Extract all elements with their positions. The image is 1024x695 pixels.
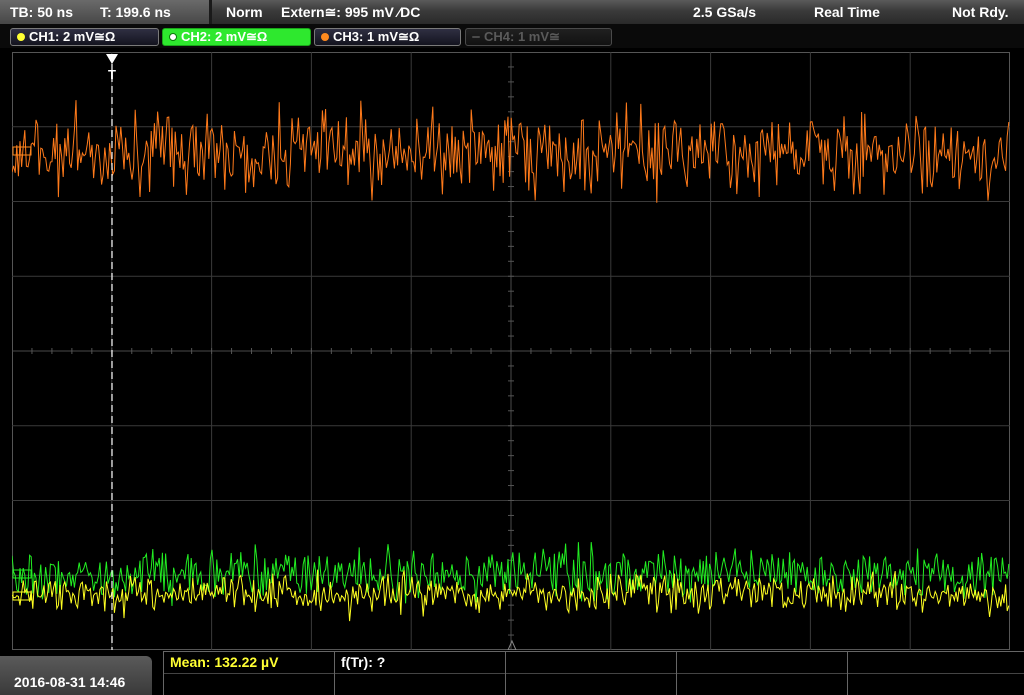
acquisition-mode: Real Time: [814, 4, 880, 20]
measurement-row-empty: [677, 673, 847, 694]
measurement-row-empty: [506, 673, 676, 694]
waveform-display[interactable]: T: [12, 52, 1010, 650]
datetime-box: 2016-08-31 14:46: [0, 656, 152, 695]
center-marker-icon: [507, 639, 517, 650]
measurement-mean: Mean: 132.22 µV: [170, 654, 279, 670]
timebase-label: TB: 50 ns: [10, 4, 74, 20]
measurement-row: [848, 652, 1024, 674]
measurement-cell-1[interactable]: Mean: 132.22 µV: [163, 651, 334, 695]
tab-ch1-label: CH1: 2 mV≅Ω: [29, 29, 116, 44]
measurement-cell-3[interactable]: [505, 651, 676, 695]
run-status: Not Rdy.: [952, 4, 1009, 20]
measurement-row: f(Tr): ?: [335, 652, 505, 674]
ch3-color-dot: [321, 33, 329, 41]
tab-ch1[interactable]: CH1: 2 mV≅Ω: [10, 28, 159, 46]
trigger-mode[interactable]: Norm: [226, 4, 263, 20]
tab-ch2[interactable]: CH2: 2 mV≅Ω: [162, 28, 311, 46]
ch3-trace: [12, 100, 1010, 203]
measurement-cell-5[interactable]: [847, 651, 1024, 695]
ch2-color-dot: [169, 33, 177, 41]
measurement-row: [677, 652, 847, 674]
tab-ch2-label: CH2: 2 mV≅Ω: [181, 29, 268, 44]
measurement-row: Mean: 132.22 µV: [164, 652, 334, 674]
tab-ch3-label: CH3: 1 mV≅Ω: [333, 29, 420, 44]
top-status-bar: TB: 50 ns T: 199.6 ns Norm Extern≅: 995 …: [0, 0, 1024, 24]
ch1-color-dot: [17, 33, 25, 41]
measurement-row-empty: [335, 673, 505, 694]
tab-ch4-label: CH4: 1 mV≅: [484, 29, 560, 44]
measurement-row-empty: [164, 673, 334, 694]
channel-tabs: CH1: 2 mV≅Ω CH2: 2 mV≅Ω CH3: 1 mV≅Ω CH4:…: [0, 24, 1024, 48]
measurement-cell-2[interactable]: f(Tr): ?: [334, 651, 505, 695]
timebase-box[interactable]: TB: 50 ns T: 199.6 ns: [0, 0, 212, 24]
measurement-row: [506, 652, 676, 674]
tab-ch3[interactable]: CH3: 1 mV≅Ω: [314, 28, 461, 46]
measurement-row-empty: [848, 673, 1024, 694]
trigger-source[interactable]: Extern≅: 995 mV ⁄DC: [281, 4, 420, 21]
measurement-cell-4[interactable]: [676, 651, 847, 695]
tab-ch4[interactable]: CH4: 1 mV≅: [465, 28, 612, 46]
ch3-level-marker[interactable]: [12, 146, 32, 156]
ch4-color-dot: [472, 36, 480, 38]
datetime-label: 2016-08-31 14:46: [14, 674, 126, 690]
sample-rate: 2.5 GSa/s: [693, 4, 757, 20]
trigger-marker-arrow[interactable]: [106, 54, 118, 64]
trigger-marker-label: T: [108, 67, 116, 82]
measurement-rise-frequency: f(Tr): ?: [341, 654, 386, 670]
trigger-time-label: T: 199.6 ns: [100, 4, 171, 20]
